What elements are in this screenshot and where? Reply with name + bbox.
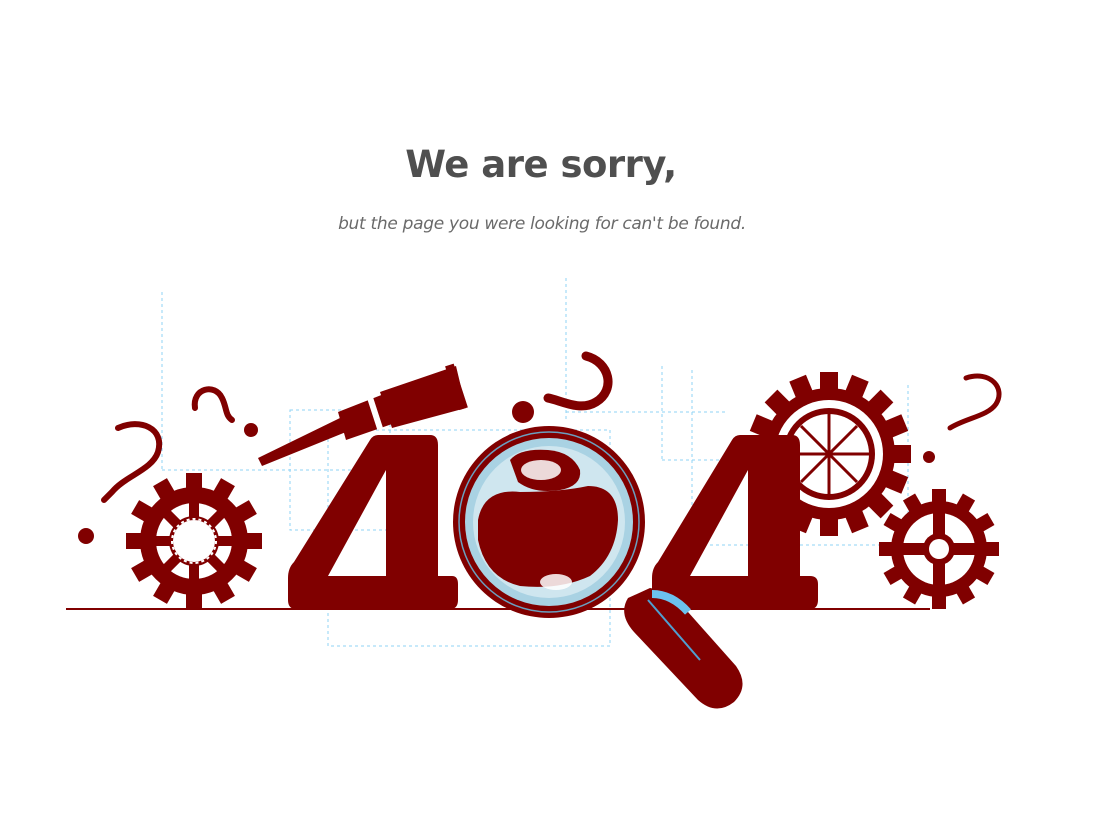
question-dot	[78, 528, 94, 544]
question-dot	[923, 451, 935, 463]
404-illustration	[66, 278, 1002, 709]
question-dot	[512, 401, 534, 423]
question-mark-icon	[947, 373, 1002, 431]
gear-icon	[879, 489, 999, 609]
question-mark-icon	[191, 386, 235, 423]
magnifying-glass-icon	[453, 426, 743, 709]
digit-four-right	[652, 435, 818, 609]
question-mark-icon	[101, 421, 163, 503]
error-page: We are sorry, but the page you were look…	[0, 0, 1102, 826]
gear-icon	[126, 473, 262, 609]
question-mark-icon	[543, 351, 613, 411]
digit-four-left	[288, 435, 458, 610]
question-dot	[244, 423, 258, 437]
